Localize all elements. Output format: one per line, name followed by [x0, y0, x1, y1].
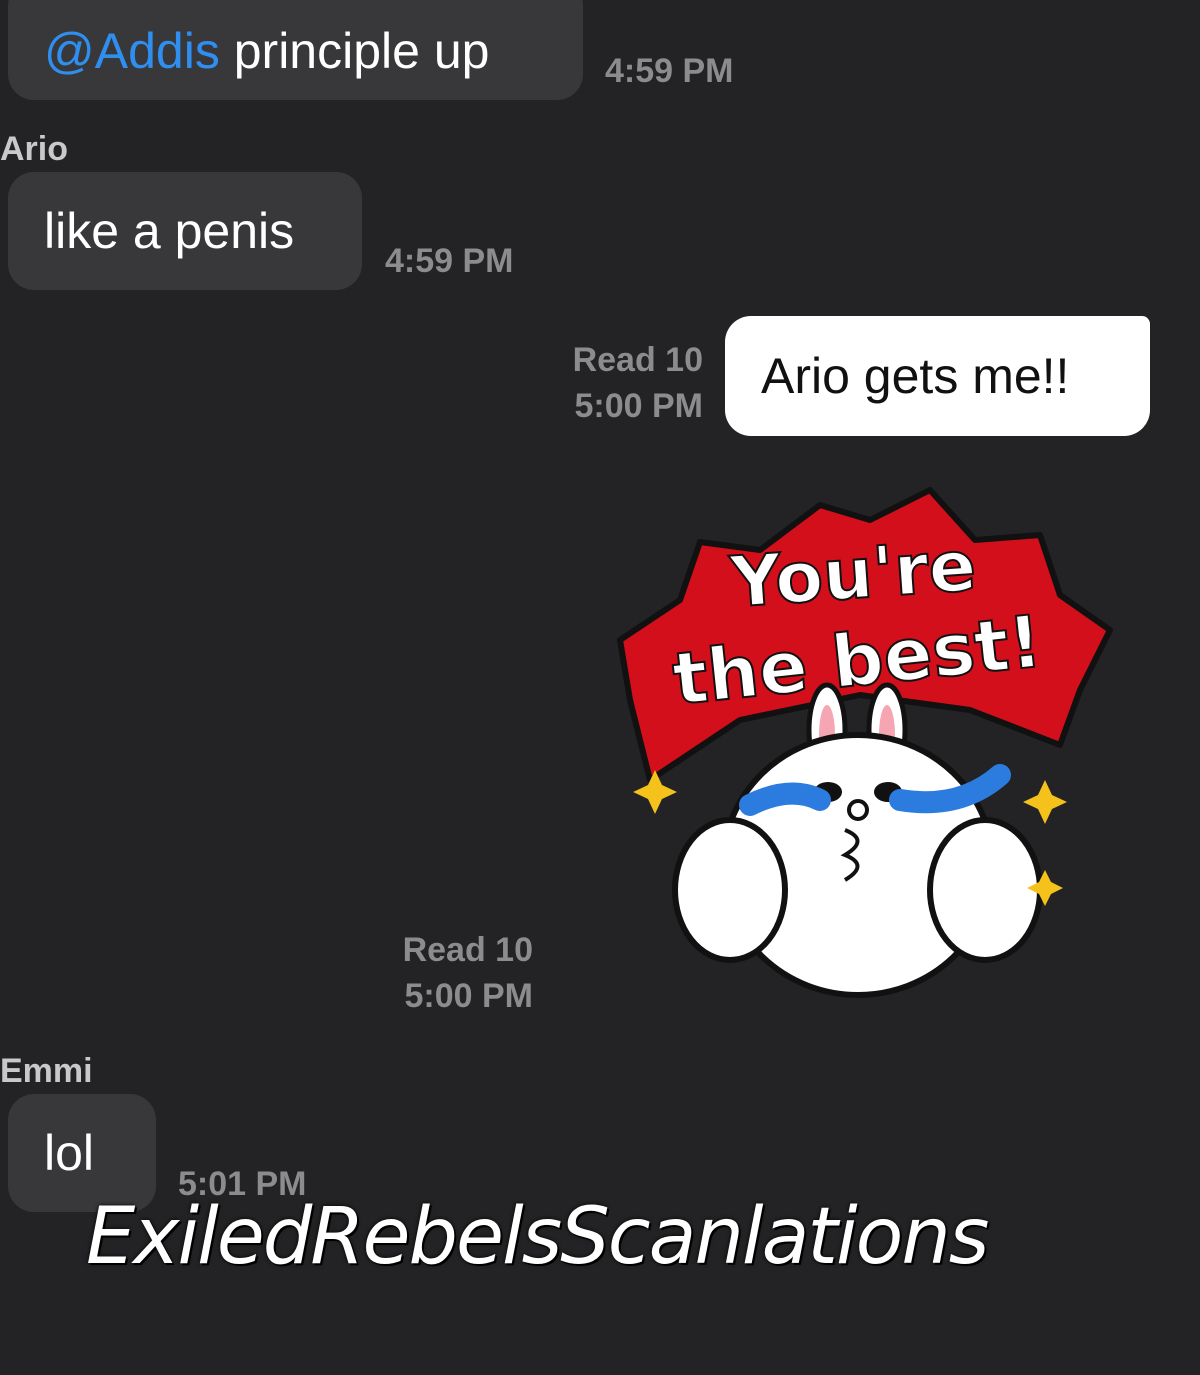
scanlation-watermark: ExiledRebelsScanlations	[86, 1192, 989, 1282]
message-text: principle up	[219, 23, 490, 79]
read-receipt: Read 10 5:00 PM	[370, 927, 533, 1019]
bunny-icon	[672, 682, 1043, 998]
sticker-youre-the-best[interactable]: You're the best!	[590, 480, 1130, 1020]
message-time: 4:59 PM	[605, 52, 734, 90]
message-text: like a penis	[44, 203, 295, 259]
read-count: Read 10	[572, 341, 703, 379]
message-bubble-incoming[interactable]: like a penis	[8, 172, 362, 290]
message-time: 5:00 PM	[574, 387, 704, 425]
read-receipt: Read 10 5:00 PM	[540, 337, 703, 429]
message-bubble-incoming[interactable]: @Addis principle up	[8, 0, 583, 100]
message-time: 4:59 PM	[385, 242, 514, 280]
mention-link[interactable]: @Addis	[44, 26, 220, 76]
sender-name: Emmi	[0, 1052, 93, 1090]
message-text: Ario gets me!!	[761, 348, 1070, 404]
read-count: Read 10	[402, 931, 533, 969]
message-text: lol	[44, 1125, 95, 1181]
message-time: 5:00 PM	[404, 977, 534, 1015]
message-bubble-outgoing[interactable]: Ario gets me!!	[725, 316, 1150, 436]
sender-name: Ario	[0, 130, 68, 168]
